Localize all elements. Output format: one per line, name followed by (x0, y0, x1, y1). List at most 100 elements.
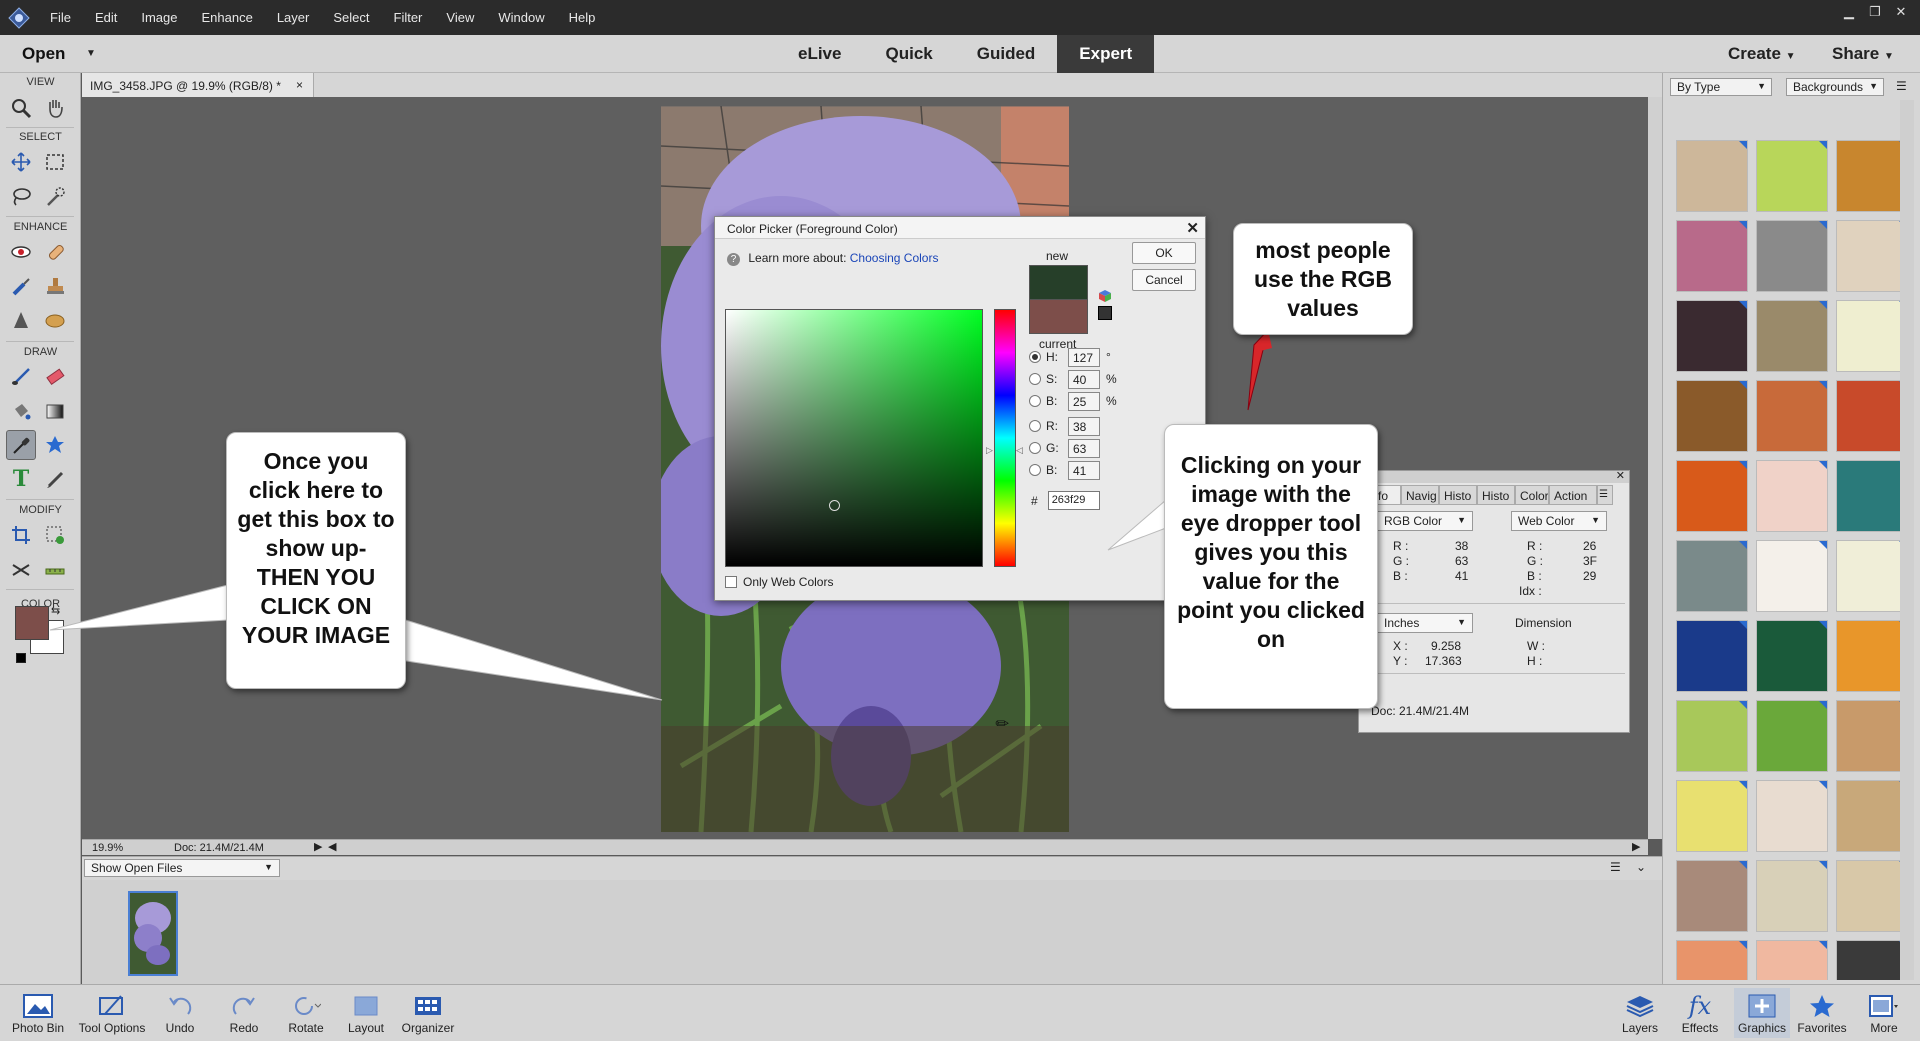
left-color-mode-dropdown[interactable]: RGB Color ▼ (1377, 511, 1473, 531)
red-radio[interactable] (1029, 420, 1041, 432)
green-field[interactable]: 63 (1068, 438, 1100, 458)
menu-image[interactable]: Image (129, 10, 189, 25)
color-field-cursor-icon[interactable] (829, 500, 840, 511)
pencil-tool-icon[interactable] (40, 464, 70, 494)
hue-slider[interactable] (994, 309, 1016, 567)
red-field[interactable]: 38 (1068, 416, 1100, 436)
menu-filter[interactable]: Filter (382, 10, 435, 25)
tab-color[interactable]: Color (1515, 485, 1549, 505)
hue-slider-left-arrow-icon[interactable]: ▷ (986, 445, 993, 456)
background-thumbnail[interactable] (1836, 460, 1908, 532)
blur-tool-icon[interactable] (6, 305, 36, 335)
zoom-level[interactable]: 19.9% (92, 842, 123, 854)
tab-expert[interactable]: Expert (1057, 35, 1155, 73)
ok-button[interactable]: OK (1132, 242, 1196, 264)
open-button[interactable]: Open (22, 44, 65, 64)
background-thumbnail[interactable] (1836, 140, 1908, 212)
brush-tool-icon[interactable] (6, 362, 36, 392)
hscroll-right-icon[interactable]: ▶ (1632, 840, 1640, 853)
move-tool-icon[interactable] (6, 147, 36, 177)
blue-radio[interactable] (1029, 464, 1041, 476)
undo-button[interactable]: Undo (158, 991, 202, 1035)
background-thumbnail[interactable] (1836, 620, 1908, 692)
hex-field[interactable]: 263f29 (1047, 491, 1100, 510)
blue-field[interactable]: 41 (1068, 460, 1100, 480)
quick-selection-tool-icon[interactable] (40, 181, 70, 211)
photo-bin-button[interactable]: Photo Bin (8, 991, 68, 1035)
recompose-tool-icon[interactable] (40, 520, 70, 550)
background-thumbnail[interactable] (1676, 780, 1748, 852)
info-panel-close-icon[interactable]: ✕ (1616, 469, 1625, 482)
background-thumbnail[interactable] (1836, 940, 1908, 980)
background-thumbnail[interactable] (1676, 460, 1748, 532)
tab-actions[interactable]: Action (1549, 485, 1597, 505)
hue-radio[interactable] (1029, 351, 1041, 363)
menu-select[interactable]: Select (321, 10, 381, 25)
paint-bucket-tool-icon[interactable] (6, 396, 36, 426)
current-color-swatch[interactable] (1029, 300, 1088, 334)
hand-tool-icon[interactable] (40, 93, 70, 123)
restore-icon[interactable]: ❐ (1864, 4, 1886, 20)
saturation-field[interactable]: 40 (1068, 369, 1100, 389)
menu-file[interactable]: File (38, 10, 83, 25)
background-thumbnail[interactable] (1836, 380, 1908, 452)
background-thumbnail[interactable] (1756, 540, 1828, 612)
background-thumbnail[interactable] (1676, 860, 1748, 932)
swap-colors-icon[interactable]: ⇆ (51, 604, 60, 617)
background-thumbnail[interactable] (1756, 140, 1828, 212)
right-color-mode-dropdown[interactable]: Web Color ▼ (1511, 511, 1607, 531)
custom-shape-tool-icon[interactable] (40, 430, 70, 460)
color-field[interactable] (725, 309, 983, 567)
menu-edit[interactable]: Edit (83, 10, 129, 25)
tab-quick[interactable]: Quick (863, 35, 954, 73)
favorites-button[interactable]: Favorites (1794, 991, 1850, 1035)
green-radio[interactable] (1029, 442, 1041, 454)
background-thumbnail[interactable] (1756, 860, 1828, 932)
tool-options-button[interactable]: Tool Options (72, 991, 152, 1035)
background-thumbnail[interactable] (1756, 380, 1828, 452)
crop-tool-icon[interactable] (6, 520, 36, 550)
redo-button[interactable]: Redo (222, 991, 266, 1035)
eraser-tool-icon[interactable] (40, 362, 70, 392)
open-dropdown-icon[interactable]: ▼ (86, 48, 96, 59)
background-thumbnail[interactable] (1836, 780, 1908, 852)
background-thumbnail[interactable] (1676, 380, 1748, 452)
background-thumbnail[interactable] (1756, 300, 1828, 372)
create-button[interactable]: Create ▼ (1728, 44, 1796, 64)
lasso-tool-icon[interactable] (6, 181, 36, 211)
hscroll-left-icon[interactable]: ◀ (328, 840, 336, 853)
default-colors-icon[interactable] (16, 653, 26, 663)
layout-button[interactable]: Layout (344, 991, 388, 1035)
bin-options-icon[interactable]: ☰ (1610, 860, 1621, 874)
document-tab-close-icon[interactable]: × (296, 78, 303, 92)
sponge-tool-icon[interactable] (40, 305, 70, 335)
menu-window[interactable]: Window (486, 10, 556, 25)
tab-histogram[interactable]: Histo (1439, 485, 1477, 505)
status-menu-icon[interactable]: ▶ (314, 840, 322, 853)
photo-bin-thumbnail[interactable] (128, 891, 178, 976)
background-thumbnail[interactable] (1676, 540, 1748, 612)
background-thumbnail[interactable] (1756, 460, 1828, 532)
menu-view[interactable]: View (434, 10, 486, 25)
background-thumbnail[interactable] (1836, 700, 1908, 772)
out-of-gamut-cube-icon[interactable] (1098, 289, 1112, 306)
smart-brush-tool-icon[interactable] (6, 271, 36, 301)
spot-healing-tool-icon[interactable] (40, 237, 70, 267)
only-web-colors-checkbox[interactable] (725, 576, 737, 588)
background-thumbnail[interactable] (1756, 940, 1828, 980)
category-dropdown[interactable]: Backgrounds ▼ (1786, 78, 1884, 96)
red-eye-tool-icon[interactable] (6, 237, 36, 267)
clone-stamp-tool-icon[interactable] (40, 271, 70, 301)
marquee-tool-icon[interactable] (40, 147, 70, 177)
background-thumbnail[interactable] (1756, 620, 1828, 692)
gradient-tool-icon[interactable] (40, 396, 70, 426)
background-thumbnail[interactable] (1756, 220, 1828, 292)
background-thumbnail[interactable] (1676, 220, 1748, 292)
right-panel-scrollbar[interactable] (1900, 100, 1914, 980)
photo-bin-dropdown[interactable]: Show Open Files ▼ (84, 859, 280, 877)
menu-enhance[interactable]: Enhance (190, 10, 265, 25)
zoom-tool-icon[interactable] (6, 93, 36, 123)
background-thumbnail[interactable] (1676, 940, 1748, 980)
filter-type-dropdown[interactable]: By Type ▼ (1670, 78, 1772, 96)
eyedropper-tool-icon[interactable] (6, 430, 36, 460)
